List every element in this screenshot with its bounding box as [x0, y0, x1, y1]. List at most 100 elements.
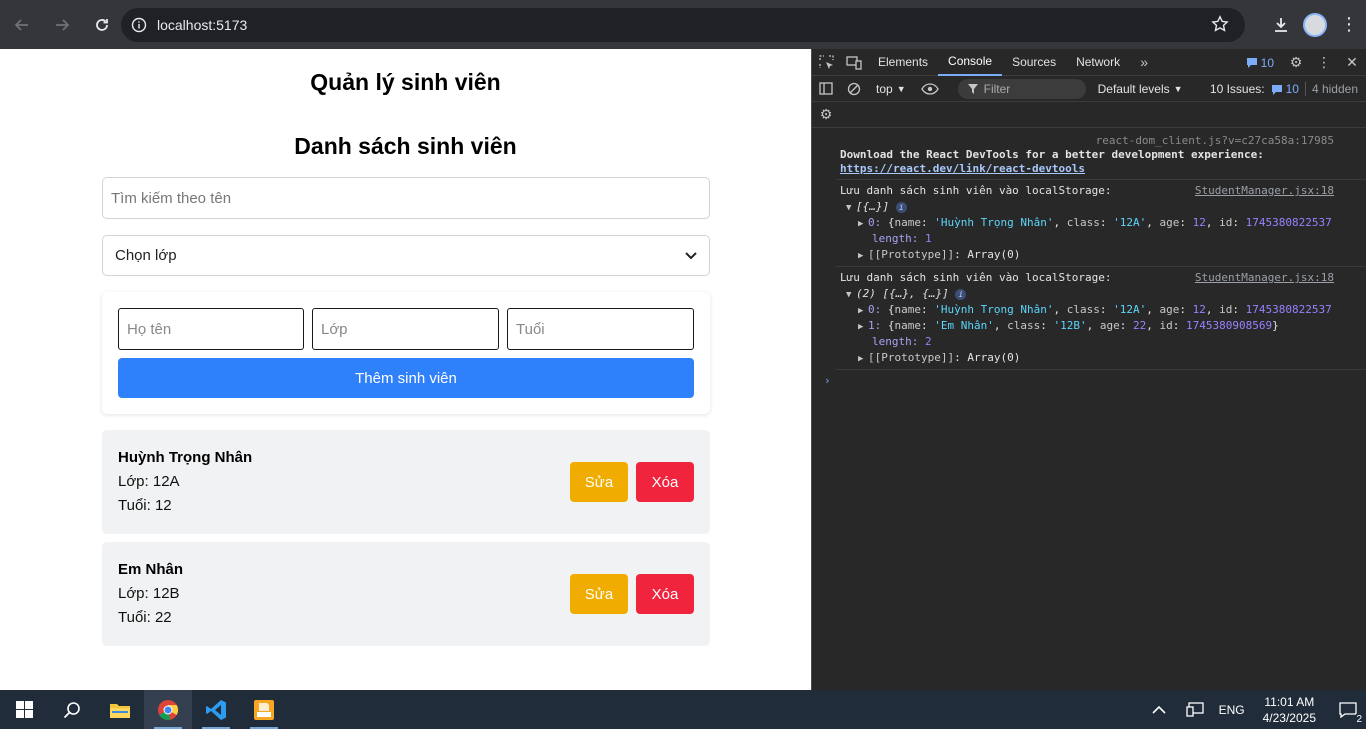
array-prototype[interactable]: ▶ [[Prototype]]: Array(0) [858, 248, 1366, 261]
tab-sources[interactable]: Sources [1002, 49, 1066, 76]
live-expression-eye-icon[interactable] [916, 75, 944, 102]
messages-count: 10 [1260, 55, 1274, 70]
windows-taskbar: ENG 11:01 AM 4/23/2025 2 [0, 690, 1366, 729]
add-student-button[interactable]: Thêm sinh viên [118, 358, 694, 398]
student-class: Lớp: 12A [118, 473, 180, 490]
tab-console[interactable]: Console [938, 49, 1003, 76]
system-tray: ENG 11:01 AM 4/23/2025 2 [1141, 690, 1366, 729]
settings-gear-icon[interactable]: ⚙ [1282, 49, 1310, 76]
devtools-panel: Elements Console Sources Network » 10 ⚙ … [811, 49, 1366, 690]
collapsed-triangle-icon: ▶ [858, 322, 864, 332]
reload-button[interactable] [84, 7, 120, 43]
tab-network[interactable]: Network [1066, 49, 1130, 76]
profile-avatar[interactable] [1298, 8, 1332, 42]
kebab-menu-icon[interactable]: ⋮ [1332, 8, 1366, 42]
collapsed-triangle-icon: ▶ [858, 306, 864, 316]
list-heading: Danh sách sinh viên [294, 133, 517, 159]
console-prompt-icon[interactable]: › [824, 374, 1366, 387]
devtools-menu-icon[interactable]: ⋮ [1310, 49, 1338, 76]
array-item[interactable]: ▶ 0: {name: 'Huỳnh Trọng Nhân', class: '1… [858, 303, 1366, 316]
messages-badge[interactable]: 10 [1246, 56, 1274, 70]
search-icon[interactable] [48, 690, 96, 729]
divider [1304, 82, 1306, 96]
arrow-left-icon [14, 18, 28, 31]
message-icon [1271, 84, 1282, 95]
caret-down-icon: ▼ [1173, 83, 1183, 94]
react-devtools-message: Download the React DevTools for a better… [840, 148, 1264, 161]
student-name: Em Nhân [118, 561, 184, 578]
array-summary[interactable]: ▼ [{…}] i [846, 200, 1366, 213]
chrome-icon[interactable] [144, 690, 192, 729]
chevron-down-icon [685, 249, 697, 263]
edit-button[interactable]: Sửa [570, 574, 628, 614]
collapsed-triangle-icon: ▶ [858, 354, 864, 364]
array-item[interactable]: ▶ 1: {name: 'Em Nhân', class: '12B', age:… [858, 319, 1366, 332]
delete-button[interactable]: Xóa [636, 574, 694, 614]
tab-elements[interactable]: Elements [868, 49, 938, 76]
arrow-right-icon [56, 18, 70, 31]
chevron-up-icon[interactable] [1141, 690, 1177, 729]
class-select-value: Chọn lớp [115, 247, 177, 264]
delete-button[interactable]: Xóa [636, 462, 694, 502]
back-button[interactable] [4, 7, 40, 43]
log-levels-dropdown[interactable]: Default levels ▼ [1098, 82, 1183, 96]
log-source-link[interactable]: StudentManager.jsx:18 [1195, 271, 1334, 284]
search-input[interactable] [102, 177, 710, 219]
console-settings-bar: ⚙ [812, 102, 1366, 128]
edit-button[interactable]: Sửa [570, 462, 628, 502]
vscode-icon[interactable] [192, 690, 240, 729]
react-devtools-link[interactable]: https://react.dev/link/react-devtools [840, 162, 1366, 175]
student-class: Lớp: 12B [118, 585, 180, 602]
clear-console-icon[interactable] [840, 75, 868, 102]
react-source-link[interactable]: react-dom_client.js?v=c27ca58a:17985 [1096, 134, 1334, 147]
bookmark-star-icon[interactable] [1211, 15, 1229, 38]
caret-down-icon: ▼ [896, 83, 906, 94]
context-value: top [876, 81, 893, 96]
student-age: Tuổi: 22 [118, 609, 172, 626]
collapsed-triangle-icon: ▶ [858, 219, 864, 229]
divider [836, 266, 1366, 267]
device-toolbar-icon[interactable] [840, 49, 868, 76]
more-tabs-icon[interactable]: » [1130, 49, 1158, 76]
clock-date: 4/23/2025 [1262, 710, 1316, 725]
console-source-line: react-dom_client.js?v=c27ca58a:17985 [812, 134, 1366, 148]
pdf-editor-icon[interactable] [240, 690, 288, 729]
filter-placeholder: Filter [983, 81, 1011, 96]
notification-icon[interactable]: 2 [1330, 690, 1366, 729]
site-info-icon[interactable] [121, 17, 157, 33]
levels-label: Default levels [1097, 81, 1170, 96]
forward-button[interactable] [44, 7, 80, 43]
context-selector[interactable]: top ▼ [876, 82, 906, 96]
address-bar[interactable]: localhost:5173 [121, 8, 1245, 42]
array-prototype[interactable]: ▶ [[Prototype]]: Array(0) [858, 351, 1366, 364]
clock[interactable]: 11:01 AM 4/23/2025 [1263, 694, 1316, 726]
issues-counter[interactable]: 10 Issues: 10 4 hidden [1210, 76, 1366, 102]
student-card: Huỳnh Trọng Nhân Lớp: 12A Tuổi: 12 Sửa X… [102, 430, 710, 534]
info-icon: i [895, 201, 907, 213]
language-indicator[interactable]: ENG [1219, 703, 1245, 717]
student-age: Tuổi: 12 [118, 497, 172, 514]
array-summary[interactable]: ▼ (2) [{…}, {…}] i [846, 287, 1366, 300]
download-icon[interactable] [1264, 8, 1298, 42]
array-item[interactable]: ▶ 0: {name: 'Huỳnh Trọng Nhân', class: '1… [858, 216, 1366, 229]
network-monitor-icon[interactable] [1177, 690, 1213, 729]
name-field[interactable] [118, 308, 304, 350]
sidebar-toggle-icon[interactable] [812, 75, 840, 102]
log-source-link[interactable]: StudentManager.jsx:18 [1195, 184, 1334, 197]
array-length: length: 1 [872, 232, 932, 245]
info-icon: i [955, 288, 967, 300]
file-explorer-icon[interactable] [96, 690, 144, 729]
inspect-element-icon[interactable] [812, 49, 840, 76]
close-devtools-icon[interactable]: ✕ [1338, 49, 1366, 76]
filter-input[interactable]: Filter [957, 78, 1086, 99]
age-field[interactable] [507, 308, 694, 350]
console-toolbar: top ▼ Filter Default levels ▼ 10 Issues:… [812, 76, 1366, 102]
console-settings-gear-icon[interactable]: ⚙ [812, 101, 840, 128]
divider [836, 369, 1366, 370]
class-field[interactable] [312, 308, 499, 350]
class-select[interactable]: Chọn lớp [102, 235, 710, 276]
reload-icon [96, 18, 108, 31]
issues-label: 10 Issues: [1209, 82, 1265, 96]
page-title: Quản lý sinh viên [310, 69, 501, 95]
start-windows-icon[interactable] [0, 690, 48, 729]
